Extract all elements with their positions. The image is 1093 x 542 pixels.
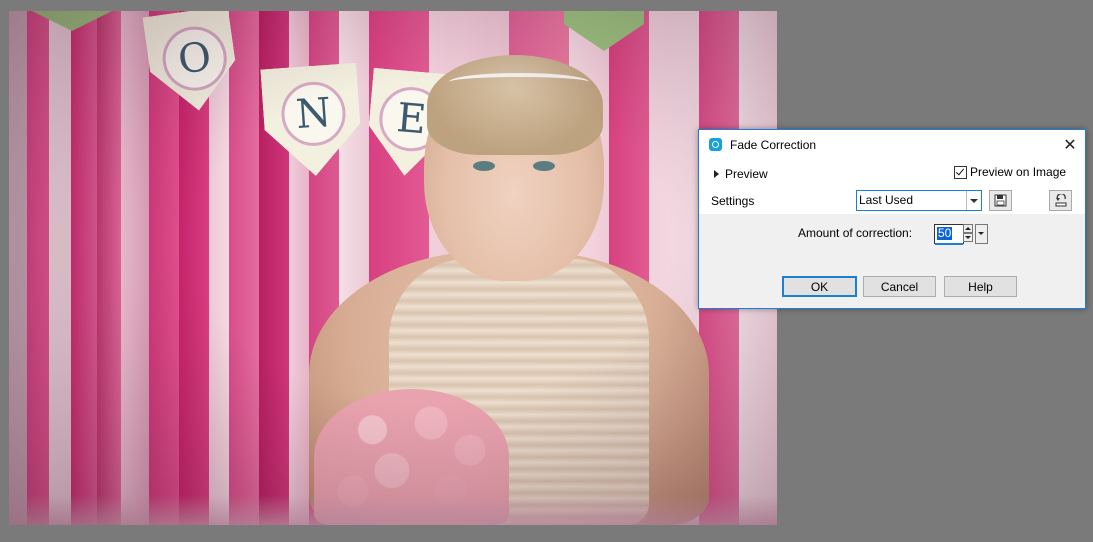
fade-correction-dialog: Fade Correction ✕ Preview Preview on Ima… xyxy=(698,129,1086,309)
save-preset-button[interactable] xyxy=(989,190,1012,211)
image-canvas[interactable]: O N E xyxy=(9,11,777,525)
expand-triangle-icon xyxy=(714,170,719,178)
amount-of-correction-label: Amount of correction: xyxy=(798,226,913,240)
amount-spinner[interactable] xyxy=(963,224,973,242)
ok-label: OK xyxy=(810,279,829,294)
amount-of-correction-input[interactable]: 50 xyxy=(934,224,964,245)
help-button[interactable]: Help xyxy=(944,276,1017,297)
close-icon: ✕ xyxy=(1063,137,1077,154)
close-button[interactable]: ✕ xyxy=(1055,130,1085,160)
settings-dropdown-value: Last Used xyxy=(859,193,914,207)
amount-slider-bar[interactable] xyxy=(935,243,963,245)
amount-slider-dropdown[interactable] xyxy=(975,224,988,244)
app-icon xyxy=(709,138,722,151)
help-label: Help xyxy=(968,279,993,294)
dialog-title: Fade Correction xyxy=(730,138,817,152)
dialog-titlebar[interactable]: Fade Correction ✕ xyxy=(699,130,1085,160)
preview-toggle[interactable]: Preview xyxy=(714,167,768,181)
preview-label: Preview xyxy=(725,167,768,181)
settings-dropdown[interactable]: Last Used xyxy=(856,190,982,211)
dialog-controls-section: Amount of correction: 50 OK Cancel Help xyxy=(699,214,1085,308)
chevron-down-icon[interactable] xyxy=(966,191,981,210)
amount-value: 50 xyxy=(937,226,953,240)
reset-icon xyxy=(1055,194,1066,207)
spin-up-icon[interactable] xyxy=(963,224,973,233)
ok-button[interactable]: OK xyxy=(782,276,857,297)
cancel-button[interactable]: Cancel xyxy=(863,276,936,297)
spin-down-icon[interactable] xyxy=(963,233,973,242)
preview-on-image-checkbox[interactable]: Preview on Image xyxy=(954,165,1066,179)
dialog-preview-section: Preview Preview on Image Settings Last U… xyxy=(699,160,1085,214)
reset-defaults-button[interactable] xyxy=(1049,190,1072,211)
preview-on-image-label: Preview on Image xyxy=(970,165,1067,179)
checkbox-checked-icon[interactable] xyxy=(954,165,967,179)
photo-vignette xyxy=(9,11,777,525)
settings-label: Settings xyxy=(711,194,755,208)
save-icon xyxy=(994,194,1007,207)
cancel-label: Cancel xyxy=(880,279,919,294)
